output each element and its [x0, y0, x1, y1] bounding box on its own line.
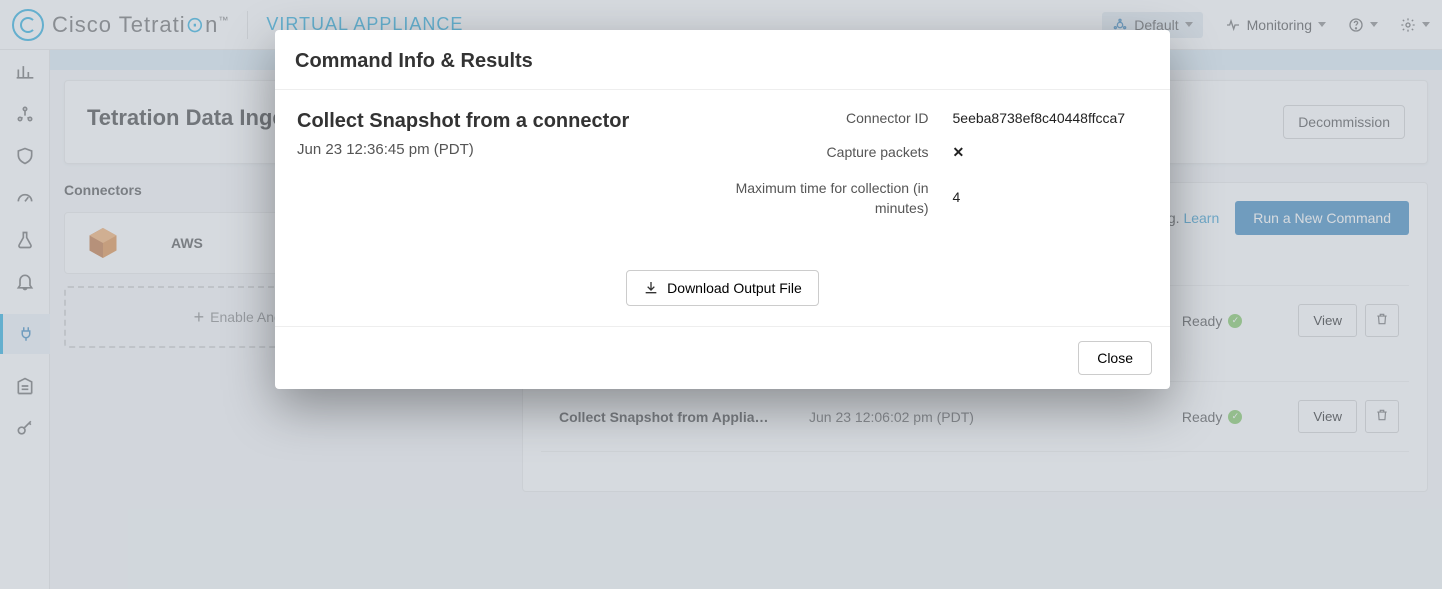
modal-timestamp: Jun 23 12:36:45 pm (PDT) — [297, 141, 723, 158]
modal-header: Command Info & Results — [275, 30, 1170, 90]
capture-packets-value: ✕ — [953, 144, 965, 161]
connector-id-label: Connector ID — [723, 110, 953, 126]
download-output-button[interactable]: Download Output File — [626, 270, 819, 306]
maxtime-value: 4 — [953, 179, 961, 205]
download-icon — [643, 280, 659, 296]
connector-id-value: 5eeba8738ef8c40448ffcca7 — [953, 110, 1126, 126]
maxtime-label: Maximum time for collection (in minutes) — [723, 179, 953, 218]
close-button[interactable]: Close — [1078, 341, 1152, 375]
modal-title: Collect Snapshot from a connector — [297, 110, 723, 133]
download-label: Download Output File — [667, 280, 802, 296]
command-info-modal: Command Info & Results Collect Snapshot … — [275, 30, 1170, 389]
capture-packets-label: Capture packets — [723, 144, 953, 160]
